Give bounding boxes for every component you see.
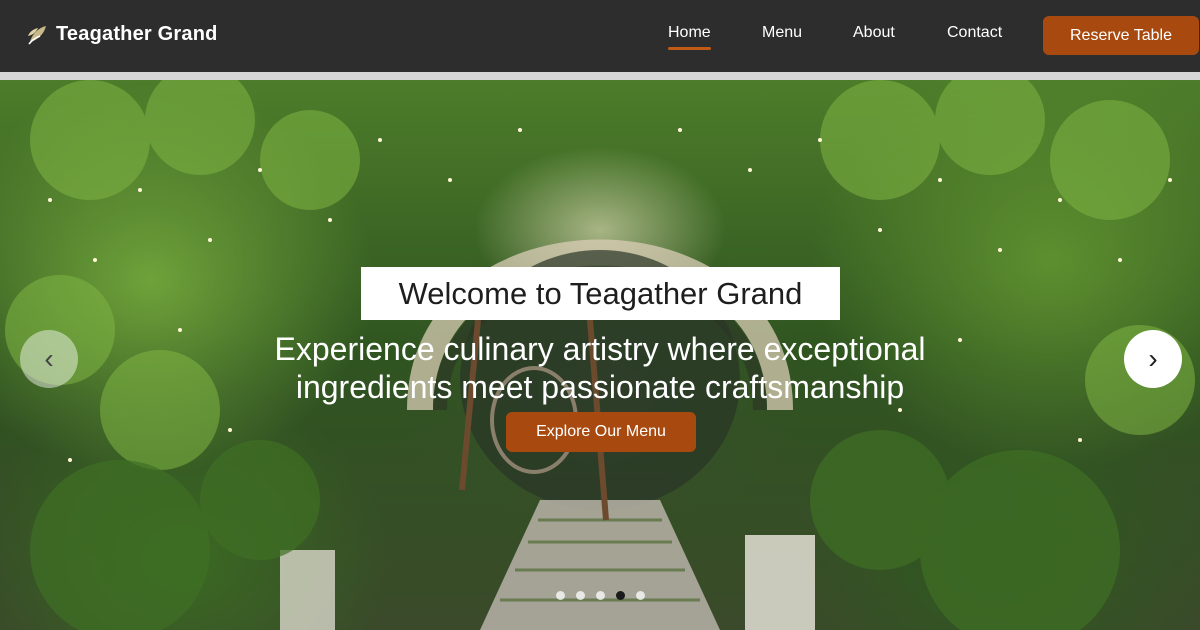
chevron-left-icon: ‹ xyxy=(44,343,54,374)
carousel-dot[interactable] xyxy=(596,591,605,600)
hero-subtitle-line-1: Experience culinary artistry where excep… xyxy=(274,331,926,367)
top-navbar: Teagather Grand Home Menu About Contact … xyxy=(0,0,1200,72)
carousel-next-button[interactable]: › xyxy=(1124,330,1182,388)
explore-menu-button[interactable]: Explore Our Menu xyxy=(506,412,696,452)
carousel-dot[interactable] xyxy=(576,591,585,600)
reserve-table-button[interactable]: Reserve Table xyxy=(1043,16,1199,55)
nav-about[interactable]: About xyxy=(853,24,895,42)
carousel-indicators xyxy=(556,591,645,600)
hero-title-box: Welcome to Teagather Grand xyxy=(361,267,840,320)
main-nav: Home Menu About Contact xyxy=(0,0,1200,72)
hero-title: Welcome to Teagather Grand xyxy=(398,275,803,311)
nav-menu[interactable]: Menu xyxy=(762,24,802,42)
carousel-prev-button[interactable]: ‹ xyxy=(20,330,78,388)
carousel-dot[interactable] xyxy=(556,591,565,600)
chevron-right-icon: › xyxy=(1148,343,1158,374)
carousel-dot[interactable] xyxy=(616,591,625,600)
carousel-dot[interactable] xyxy=(636,591,645,600)
nav-divider xyxy=(0,72,1200,80)
hero-carousel: Welcome to Teagather Grand Experience cu… xyxy=(0,80,1200,630)
nav-home[interactable]: Home xyxy=(668,24,711,50)
nav-contact[interactable]: Contact xyxy=(947,24,1002,42)
hero-subtitle: Experience culinary artistry where excep… xyxy=(200,330,1000,406)
hero-subtitle-line-2: ingredients meet passionate craftsmanshi… xyxy=(295,369,905,405)
